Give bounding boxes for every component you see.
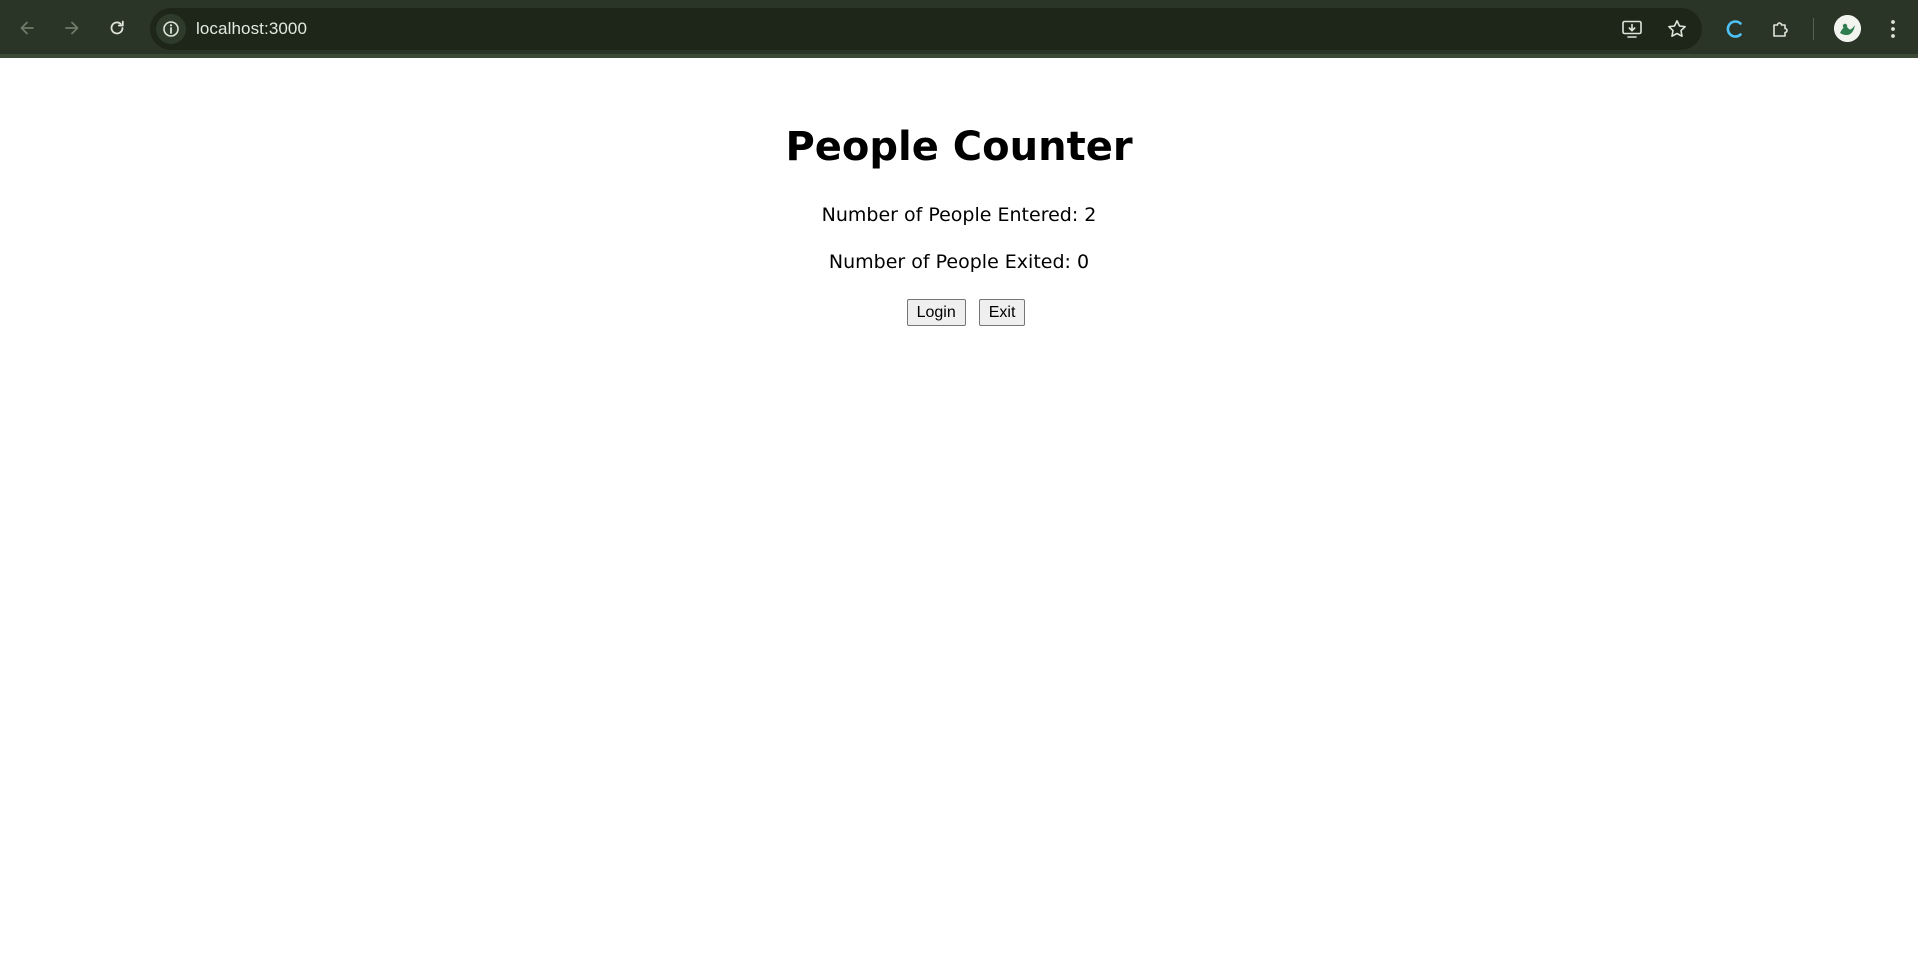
puzzle-icon — [1773, 22, 1788, 37]
site-info-button[interactable] — [156, 14, 186, 44]
action-buttons: Login Exit — [0, 299, 1918, 326]
address-bar[interactable]: localhost:3000 — [150, 8, 1702, 50]
exit-button[interactable]: Exit — [978, 299, 1026, 326]
loading-indicator — [1722, 16, 1748, 42]
people-entered-text: Number of People Entered: 2 — [821, 204, 1097, 226]
toolbar-separator — [1813, 18, 1814, 40]
arrow-left-icon — [20, 21, 34, 35]
reload-button[interactable] — [103, 14, 131, 42]
page-title: People Counter — [785, 124, 1133, 170]
forward-button[interactable] — [58, 14, 86, 42]
reload-icon — [110, 20, 124, 35]
browser-toolbar: localhost:3000 — [0, 0, 1918, 58]
star-icon — [1668, 20, 1686, 37]
arrow-right-icon — [65, 21, 79, 35]
login-button[interactable]: Login — [906, 299, 966, 326]
back-button[interactable] — [13, 14, 41, 42]
page-content: People Counter Number of People Entered:… — [0, 58, 1918, 965]
browser-menu-button[interactable] — [1880, 16, 1906, 42]
url-text[interactable]: localhost:3000 — [196, 19, 307, 39]
extensions-button[interactable] — [1768, 16, 1794, 42]
kebab-menu-icon — [1891, 20, 1895, 38]
people-exited-text: Number of People Exited: 0 — [828, 251, 1090, 273]
profile-picture — [1834, 15, 1861, 42]
avatar[interactable] — [1834, 15, 1861, 42]
install-app-button[interactable] — [1620, 17, 1644, 41]
loading-spinner-icon — [1726, 20, 1742, 38]
install-app-icon — [1622, 20, 1642, 38]
bookmark-button[interactable] — [1665, 17, 1689, 41]
info-icon — [163, 21, 179, 37]
